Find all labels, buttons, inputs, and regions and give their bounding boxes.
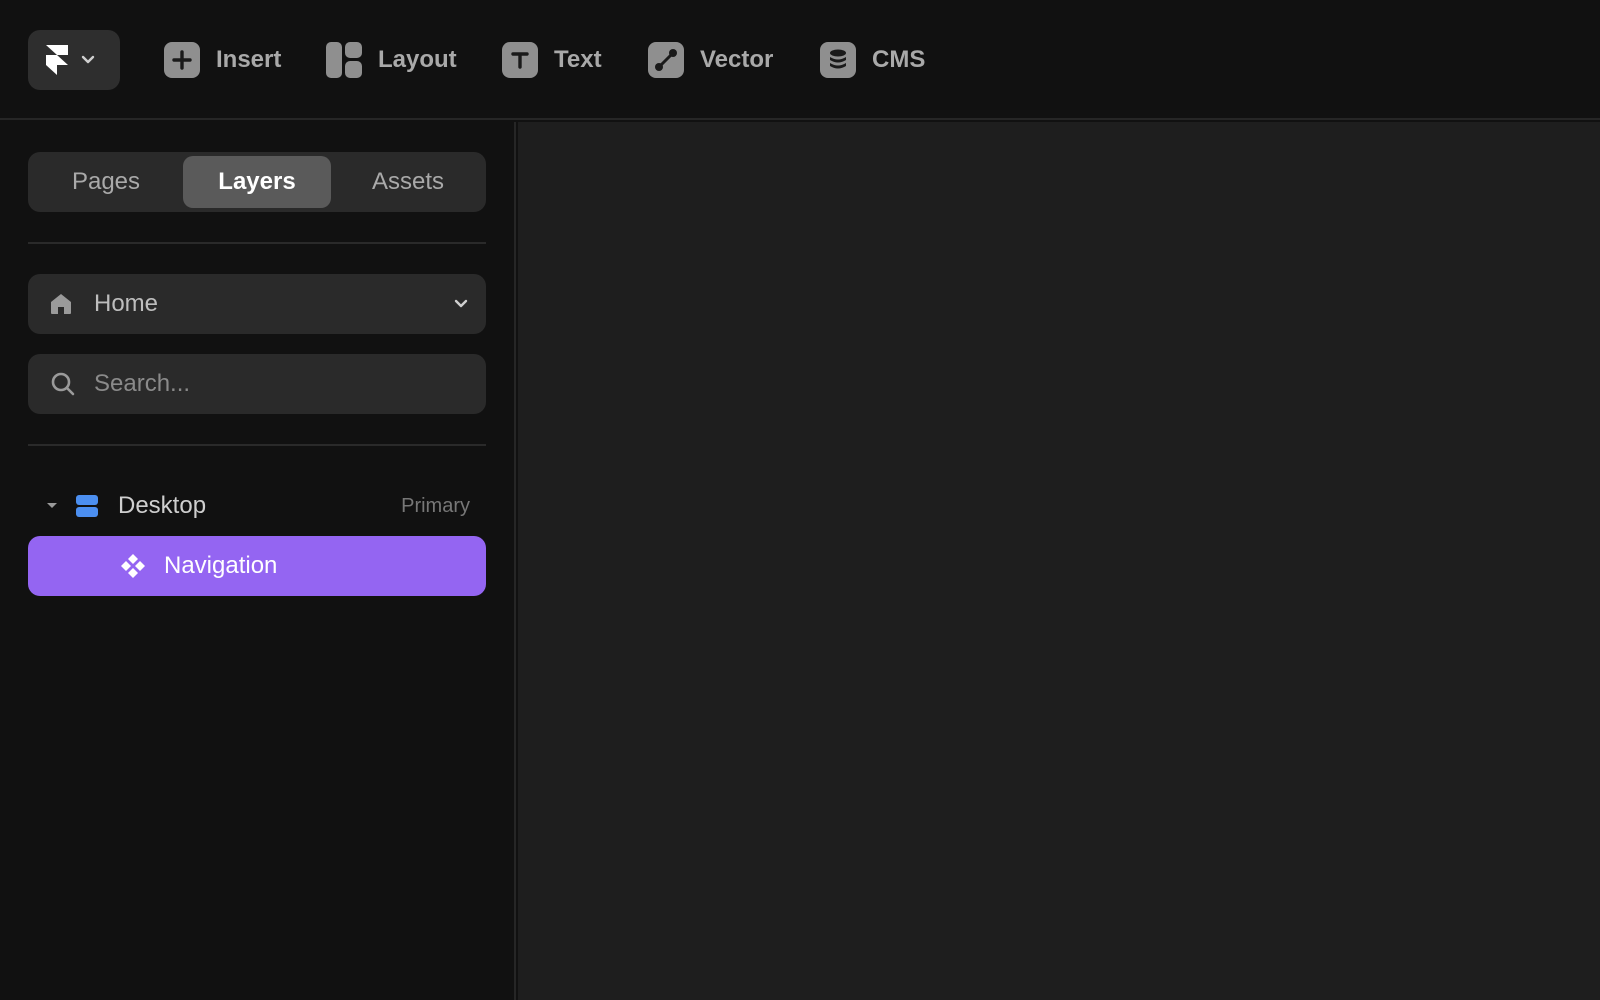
frame-icon [76, 495, 98, 517]
main-menu-button[interactable] [28, 30, 120, 90]
insert-button[interactable]: Insert [164, 40, 281, 80]
layer-row-navigation[interactable]: Navigation [28, 536, 486, 596]
text-icon [502, 42, 538, 78]
cms-button[interactable]: CMS [820, 40, 925, 80]
layout-label: Layout [378, 46, 457, 73]
layout-icon [326, 42, 362, 78]
insert-label: Insert [216, 46, 282, 73]
page-selector[interactable]: Home [28, 274, 486, 334]
search-icon [51, 372, 75, 396]
chevron-down-icon [454, 299, 468, 308]
primary-badge: Primary [401, 494, 470, 517]
cms-label: CMS [872, 46, 926, 73]
framer-logo-icon [46, 45, 68, 75]
vector-button[interactable]: Vector [648, 40, 773, 80]
layout-button[interactable]: Layout [326, 40, 457, 80]
design-canvas[interactable] [518, 122, 1600, 1000]
tab-layers[interactable]: Layers [183, 156, 331, 208]
layer-row-desktop[interactable]: Desktop Primary [28, 476, 486, 536]
chevron-down-icon [81, 55, 95, 64]
sidebar-tabs: Pages Layers Assets [28, 152, 486, 212]
layer-name: Desktop [118, 492, 207, 519]
layer-name: Navigation [164, 552, 278, 579]
home-icon [51, 294, 71, 314]
framer-app: Insert Layout Text Vector CMS Pages Laye… [0, 0, 1600, 1000]
divider [28, 242, 486, 244]
divider [28, 444, 486, 446]
tab-assets[interactable]: Assets [334, 156, 482, 208]
vector-label: Vector [700, 46, 774, 73]
component-icon [121, 554, 145, 578]
layer-search [28, 354, 486, 414]
vector-pen-icon [648, 42, 684, 78]
top-toolbar: Insert Layout Text Vector CMS [0, 0, 1600, 120]
text-label: Text [554, 46, 602, 73]
database-icon [820, 42, 856, 78]
tab-pages[interactable]: Pages [32, 156, 180, 208]
plus-icon [164, 42, 200, 78]
caret-down-icon[interactable] [46, 500, 58, 512]
text-tool-button[interactable]: Text [502, 40, 602, 80]
search-input[interactable] [94, 370, 464, 398]
page-selector-label: Home [94, 290, 159, 317]
layers-sidebar: Pages Layers Assets Home Search... Deskt… [0, 122, 516, 1000]
